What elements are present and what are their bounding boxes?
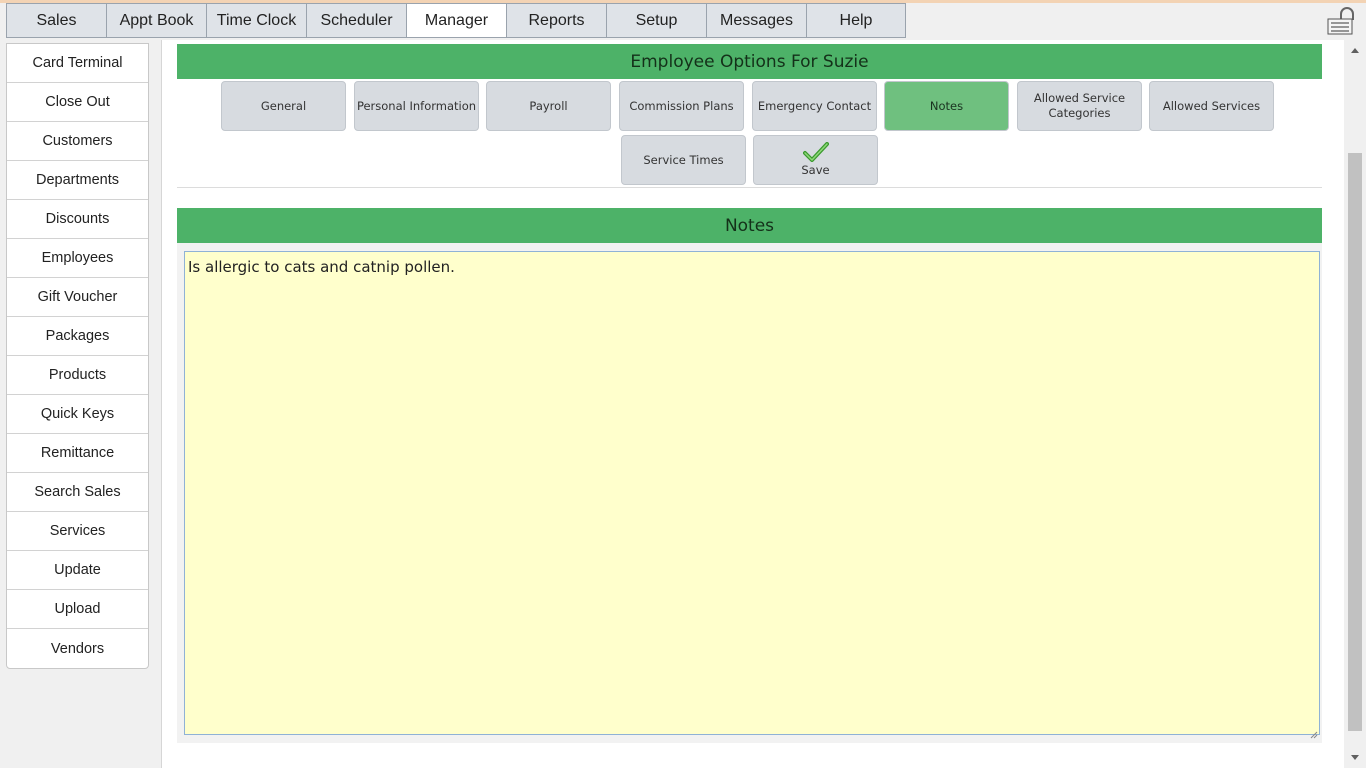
tab-sales[interactable]: Sales (6, 3, 106, 38)
save-button[interactable]: Save (753, 135, 878, 185)
sidebar-item-products[interactable]: Products (7, 356, 148, 395)
sidebar-item-update[interactable]: Update (7, 551, 148, 590)
tab-messages[interactable]: Messages (706, 3, 806, 38)
option-service-times-button[interactable]: Service Times (621, 135, 746, 185)
option-notes-button[interactable]: Notes (884, 81, 1009, 131)
main-content: Employee Options For Suzie General Perso… (162, 40, 1344, 768)
sidebar-item-vendors[interactable]: Vendors (7, 629, 148, 668)
checkmark-icon (802, 142, 829, 162)
scroll-down-button[interactable] (1344, 748, 1366, 768)
tab-help[interactable]: Help (806, 3, 906, 38)
tab-appt-book[interactable]: Appt Book (106, 3, 206, 38)
sidebar-item-gift-voucher[interactable]: Gift Voucher (7, 278, 148, 317)
section-divider (177, 187, 1322, 188)
sidebar-item-card-terminal[interactable]: Card Terminal (7, 44, 148, 83)
option-payroll-button[interactable]: Payroll (486, 81, 611, 131)
sidebar-item-search-sales[interactable]: Search Sales (7, 473, 148, 512)
resize-grip-icon[interactable] (1310, 731, 1318, 739)
scroll-up-button[interactable] (1344, 40, 1366, 60)
arrow-down-icon (1351, 755, 1359, 760)
option-emergency-contact-button[interactable]: Emergency Contact (752, 81, 877, 131)
save-button-label: Save (801, 163, 830, 177)
top-tabs: Sales Appt Book Time Clock Scheduler Man… (6, 3, 906, 38)
notes-textarea[interactable]: Is allergic to cats and catnip pollen. (184, 251, 1320, 735)
option-personal-information-button[interactable]: Personal Information (354, 81, 479, 131)
arrow-up-icon (1351, 48, 1359, 53)
manager-sidebar: Card Terminal Close Out Customers Depart… (6, 43, 149, 669)
sidebar-item-employees[interactable]: Employees (7, 239, 148, 278)
notes-panel: Is allergic to cats and catnip pollen. (177, 243, 1322, 743)
option-commission-plans-button[interactable]: Commission Plans (619, 81, 744, 131)
sidebar-item-departments[interactable]: Departments (7, 161, 148, 200)
sidebar-item-quick-keys[interactable]: Quick Keys (7, 395, 148, 434)
page-title: Employee Options For Suzie (177, 44, 1322, 79)
top-navigation-bar: Sales Appt Book Time Clock Scheduler Man… (0, 0, 1366, 40)
sidebar-item-discounts[interactable]: Discounts (7, 200, 148, 239)
sidebar-item-upload[interactable]: Upload (7, 590, 148, 629)
logout-button[interactable] (1326, 6, 1358, 36)
tab-scheduler[interactable]: Scheduler (306, 3, 406, 38)
page-scrollbar[interactable] (1344, 40, 1366, 768)
option-allowed-services-button[interactable]: Allowed Services (1149, 81, 1274, 131)
option-allowed-service-categories-button[interactable]: Allowed Service Categories (1017, 81, 1142, 131)
sidebar-item-remittance[interactable]: Remittance (7, 434, 148, 473)
lock-icon (1327, 7, 1354, 35)
option-general-button[interactable]: General (221, 81, 346, 131)
sidebar-item-customers[interactable]: Customers (7, 122, 148, 161)
tab-manager[interactable]: Manager (406, 3, 506, 38)
scroll-thumb[interactable] (1348, 153, 1362, 731)
tab-time-clock[interactable]: Time Clock (206, 3, 306, 38)
tab-reports[interactable]: Reports (506, 3, 606, 38)
tab-setup[interactable]: Setup (606, 3, 706, 38)
sidebar-item-services[interactable]: Services (7, 512, 148, 551)
notes-section-title: Notes (177, 208, 1322, 243)
sidebar-item-close-out[interactable]: Close Out (7, 83, 148, 122)
sidebar-item-packages[interactable]: Packages (7, 317, 148, 356)
